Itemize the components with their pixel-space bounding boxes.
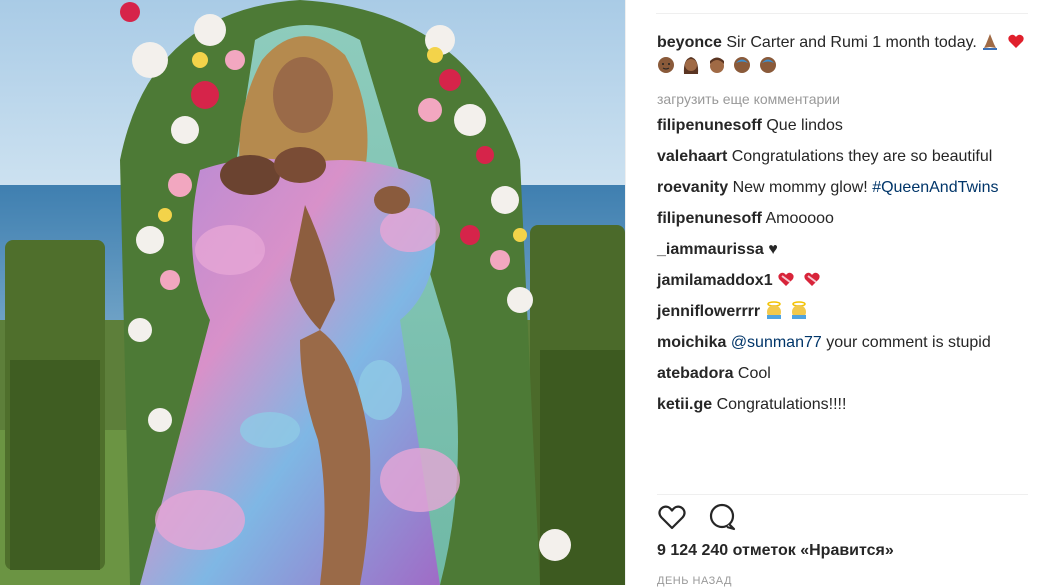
- comment-item: valehaart Congratulations they are so be…: [657, 145, 1037, 169]
- sidebar-top-divider: [656, 13, 1028, 14]
- comment-text: Congratulations they are so beautiful: [731, 148, 993, 165]
- comment-user[interactable]: valehaart: [657, 148, 727, 165]
- comment-text: ♥: [768, 241, 778, 258]
- comment-item: ketii.ge Congratulations!!!!: [657, 393, 1037, 417]
- praying-hands-emoji: [983, 34, 998, 50]
- post-photo[interactable]: [0, 0, 625, 585]
- comment-item: jamilamaddox1: [657, 269, 1037, 293]
- comment-text: New mommy glow!: [732, 179, 868, 196]
- likes-count[interactable]: 9 124 240 отметок «Нравится»: [657, 542, 894, 560]
- comment-item: _iammaurissa ♥: [657, 238, 1037, 262]
- comment-item: filipenunesoff Amooooo: [657, 207, 1037, 231]
- comment-item: moichika @sunman77 your comment is stupi…: [657, 331, 1037, 355]
- baby-emoji: [658, 57, 674, 73]
- baby-emoji: [734, 57, 751, 73]
- comment-user[interactable]: _iammaurissa: [657, 241, 764, 258]
- comment-user[interactable]: jamilamaddox1: [657, 272, 773, 289]
- comment-item: jenniflowerrrr: [657, 300, 1037, 324]
- comment-user[interactable]: jenniflowerrrr: [657, 303, 760, 320]
- comment-text: Cool: [737, 365, 771, 382]
- heart-outline-icon[interactable]: [657, 502, 687, 532]
- comments-list: beyonce Sir Carter and Rumi 1 month toda…: [657, 31, 1037, 424]
- caption-author[interactable]: beyonce: [657, 34, 722, 51]
- comment-item: roevanity New mommy glow! #QueenAndTwins: [657, 176, 1037, 200]
- comment-user[interactable]: moichika: [657, 334, 726, 351]
- heart-with-ribbon-emoji: [778, 272, 794, 286]
- comment-bubble-icon[interactable]: [707, 502, 737, 532]
- comment-user[interactable]: ketii.ge: [657, 396, 712, 413]
- caption-text: Sir Carter and Rumi 1 month today.: [726, 34, 977, 51]
- post-timestamp[interactable]: день назад: [657, 575, 732, 587]
- actions-divider: [657, 494, 1028, 495]
- comment-user[interactable]: filipenunesoff: [657, 210, 762, 227]
- woman-emoji: [684, 57, 699, 74]
- heart-with-ribbon-emoji: [803, 272, 820, 286]
- comment-item: filipenunesoff Que lindos: [657, 114, 1037, 138]
- hashtag-link[interactable]: #QueenAndTwins: [872, 179, 998, 196]
- load-more-comments[interactable]: загрузить еще комментарии: [657, 88, 1037, 110]
- baby-emoji: [759, 57, 776, 73]
- post-actions: [657, 502, 753, 532]
- comment-emojis: [765, 301, 811, 320]
- comment-item: atebadora Cool: [657, 362, 1037, 386]
- post-caption: beyonce Sir Carter and Rumi 1 month toda…: [657, 31, 1037, 79]
- comment-user[interactable]: filipenunesoff: [657, 117, 762, 134]
- mention-link[interactable]: @sunman77: [731, 334, 822, 351]
- post-sidebar: beyonce Sir Carter and Rumi 1 month toda…: [625, 0, 1040, 587]
- comment-emojis: [777, 272, 823, 289]
- comment-text: your comment is stupid: [826, 334, 991, 351]
- angel-baby-emoji: [766, 301, 781, 319]
- comment-text: Amooooo: [765, 210, 834, 227]
- angel-baby-emoji: [792, 301, 807, 319]
- red-heart-emoji: [1008, 34, 1024, 48]
- comment-text: Que lindos: [766, 117, 843, 134]
- comment-user[interactable]: atebadora: [657, 365, 733, 382]
- man-emoji: [709, 57, 724, 73]
- comment-user[interactable]: roevanity: [657, 179, 728, 196]
- comment-text: Congratulations!!!!: [716, 396, 847, 413]
